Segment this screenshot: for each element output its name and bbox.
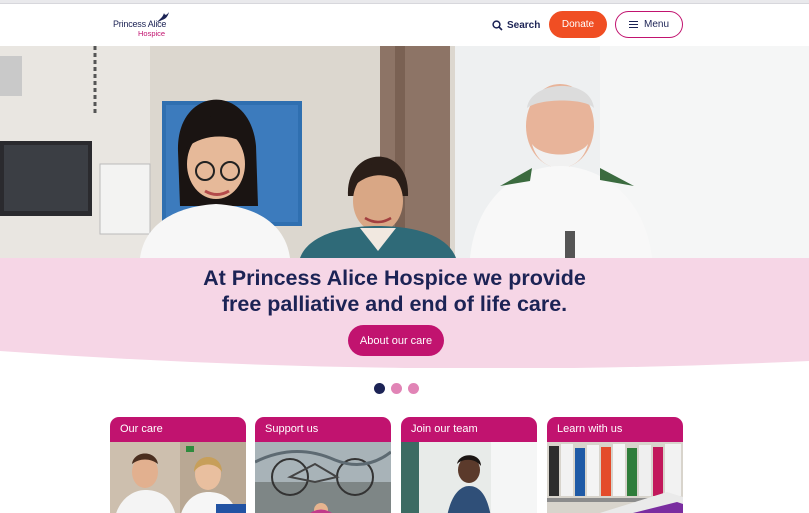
card-title: Join our team xyxy=(411,423,478,435)
donate-button[interactable]: Donate xyxy=(549,11,607,38)
card-title: Support us xyxy=(265,423,319,435)
card-title: Learn with us xyxy=(557,423,623,435)
card-join-our-team[interactable]: Join our team xyxy=(401,417,537,513)
card-support-us[interactable]: Support us xyxy=(255,417,391,513)
logo-sub: Hospice xyxy=(138,29,166,38)
card-image-learn-with-us xyxy=(547,442,683,513)
hero-headline-line-2: free palliative and end of life care. xyxy=(221,292,568,316)
card-image-join-our-team xyxy=(401,442,537,513)
hamburger-icon xyxy=(628,21,638,29)
search-icon xyxy=(492,19,503,31)
carousel-dots xyxy=(374,383,419,394)
search-label: Search xyxy=(507,19,541,31)
hero-photo xyxy=(0,46,809,258)
carousel-dot-1[interactable] xyxy=(374,383,385,394)
card-learn-with-us[interactable]: Learn with us xyxy=(547,417,683,513)
logo[interactable]: Princess Alice Hospice xyxy=(113,11,173,41)
hero-headline-line-1: At Princess Alice Hospice we provide xyxy=(203,266,586,290)
card-our-care[interactable]: Our care xyxy=(110,417,246,513)
site-header: Princess Alice Hospice Search Donate Men… xyxy=(0,4,809,46)
menu-button[interactable]: Menu xyxy=(615,11,683,38)
card-image-support-us xyxy=(255,442,391,513)
search-button[interactable]: Search xyxy=(492,16,540,34)
hero-headline: At Princess Alice Hospice we provide fre… xyxy=(0,265,789,317)
logo-name: Princess Alice xyxy=(113,19,167,29)
carousel-dot-3[interactable] xyxy=(408,383,419,394)
carousel-dot-2[interactable] xyxy=(391,383,402,394)
about-our-care-button[interactable]: About our care xyxy=(348,325,444,356)
menu-label: Menu xyxy=(643,19,669,30)
card-image-our-care xyxy=(110,442,246,513)
card-title: Our care xyxy=(120,423,163,435)
